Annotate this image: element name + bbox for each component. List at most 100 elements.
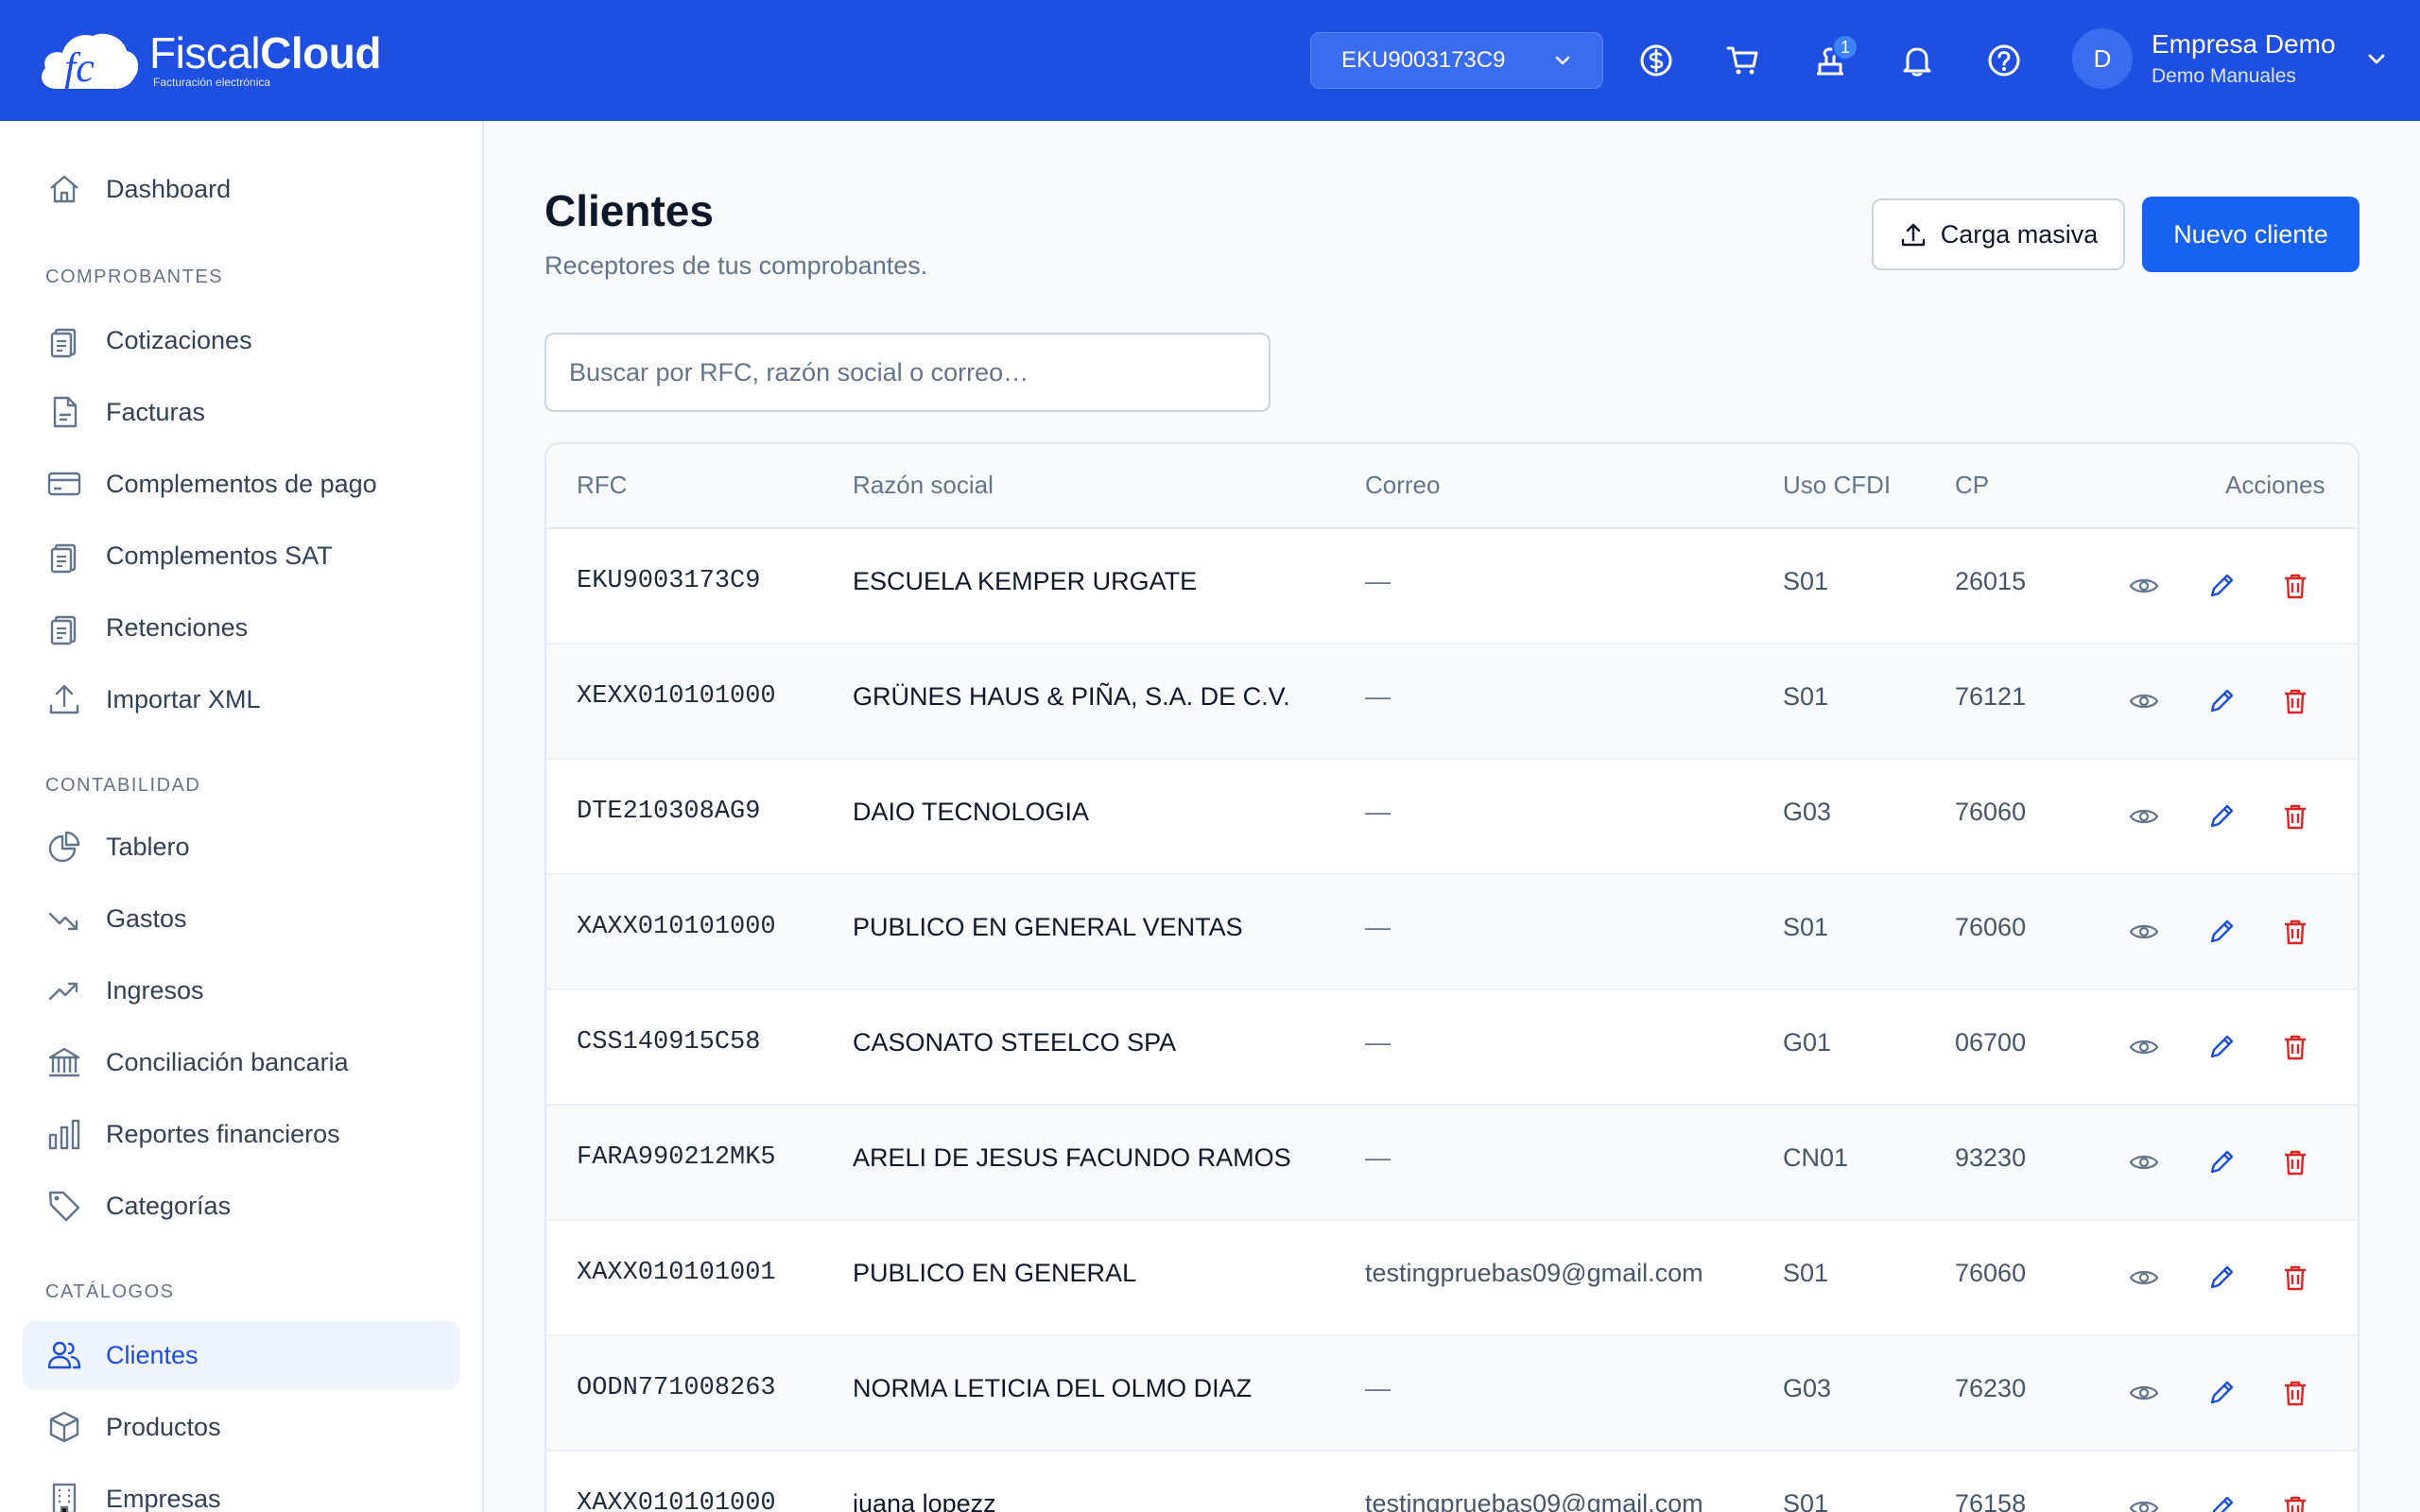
sidebar-item-clientes[interactable]: Clientes [23,1321,459,1389]
tag-icon [45,1187,83,1225]
sidebar-item-retenciones[interactable]: Retenciones [23,593,459,662]
new-client-button[interactable]: Nuevo cliente [2142,197,2360,272]
help-button[interactable] [1981,38,2027,83]
sidebar-item-cotizaciones[interactable]: Cotizaciones [23,306,459,374]
eye-icon [2129,1147,2159,1177]
chevron-down-icon [2368,54,2384,64]
view-button[interactable] [2127,1491,2161,1512]
trash-icon [2280,571,2310,601]
bell-icon [1903,47,1931,77]
delete-button[interactable] [2278,799,2312,833]
view-button[interactable] [2127,1145,2161,1179]
delete-button[interactable] [2278,1145,2312,1179]
search-input[interactable] [544,333,1270,412]
delete-button[interactable] [2278,1261,2312,1295]
cell-cp: 76060 [1955,798,2027,826]
stamps-button[interactable]: 1 [1807,34,1858,83]
delete-button[interactable] [2278,569,2312,603]
view-button[interactable] [2127,569,2161,603]
upload-icon [45,680,83,718]
cell-correo: — [1365,1028,1391,1057]
fiscalcloud-logo[interactable]: fc FiscalCloud Facturación electrónica [36,26,381,93]
cell-correo: — [1365,913,1391,941]
delete-button[interactable] [2278,1030,2312,1064]
cell-uso-cfdi: G03 [1783,1374,1832,1402]
edit-button[interactable] [2204,1145,2238,1179]
table-row[interactable]: FARA990212MK5 ARELI DE JESUS FACUNDO RAMO… [546,1106,2358,1221]
edit-button[interactable] [2204,799,2238,833]
view-button[interactable] [2127,684,2161,718]
column-cp[interactable]: CP [1955,471,1989,500]
cell-rfc: EKU9003173C9 [577,567,761,595]
table-row[interactable]: XAXX010101001 PUBLICO EN GENERAL testingpr… [546,1221,2358,1336]
sidebar-item-conciliacion[interactable]: Conciliación bancaria [23,1028,459,1096]
cell-correo: — [1365,567,1391,595]
cell-uso-cfdi: S01 [1783,1259,1829,1287]
column-rfc[interactable]: RFC [577,471,627,500]
bar-chart-icon [45,1115,83,1153]
sidebar-item-ingresos[interactable]: Ingresos [23,956,459,1024]
view-button[interactable] [2127,799,2161,833]
edit-button[interactable] [2204,1261,2238,1295]
sidebar-item-categorias[interactable]: Categorías [23,1172,459,1240]
upload-icon [1901,223,1925,247]
cell-rfc: XEXX010101000 [577,682,776,711]
eye-icon [2129,686,2159,716]
cell-rfc: OODN771008263 [577,1374,776,1402]
column-correo[interactable]: Correo [1365,471,1440,500]
table-row[interactable]: DTE210308AG9 DAIO TECNOLOGIA — G03 76060 [546,760,2358,875]
column-uso-cfdi[interactable]: Uso CFDI [1783,471,1891,500]
view-button[interactable] [2127,1261,2161,1295]
bulk-upload-button[interactable]: Carga masiva [1872,198,2125,270]
company-select[interactable]: EKU9003173C9 [1310,32,1603,89]
table-row[interactable]: CSS140915C58 CASONATO STEELCO SPA — G01 0670… [546,990,2358,1106]
cell-cp: 26015 [1955,567,2027,595]
delete-button[interactable] [2278,684,2312,718]
delete-button[interactable] [2278,915,2312,949]
billing-button[interactable] [1634,38,1679,83]
table-header: RFC Razón social Correo Uso CFDI CP Acci… [546,444,2358,529]
column-razon-social[interactable]: Razón social [853,471,994,500]
pencil-icon [2206,571,2237,601]
clipboard-icon [45,321,83,359]
logo-subtitle: Facturación electrónica [153,76,271,89]
cart-button[interactable] [1720,38,1766,83]
eye-icon [2129,1493,2159,1512]
sidebar-item-empresas[interactable]: Empresas [23,1465,459,1512]
table-row[interactable]: XEXX010101000 GRÜNES HAUS & PIÑA, S.A. DE… [546,644,2358,760]
sidebar-item-gastos[interactable]: Gastos [23,885,459,953]
edit-button[interactable] [2204,1376,2238,1410]
view-button[interactable] [2127,1376,2161,1410]
sidebar-item-tablero[interactable]: Tablero [23,813,459,881]
edit-button[interactable] [2204,1491,2238,1512]
section-comprobantes: COMPROBANTES [45,266,224,287]
cell-cp: 76060 [1955,913,2027,941]
view-button[interactable] [2127,915,2161,949]
sidebar-item-complementos-sat[interactable]: Complementos SAT [23,522,459,590]
users-icon [45,1336,83,1374]
sidebar-item-dashboard[interactable]: Dashboard [23,155,459,223]
sidebar-item-productos[interactable]: Productos [23,1393,459,1461]
sidebar-item-importar-xml[interactable]: Importar XML [23,665,459,733]
pencil-icon [2206,1263,2237,1293]
cell-rfc: XAXX010101000 [577,1489,776,1512]
edit-button[interactable] [2204,915,2238,949]
edit-button[interactable] [2204,569,2238,603]
table-row[interactable]: EKU9003173C9 ESCUELA KEMPER URGATE — S01 260… [546,529,2358,644]
sidebar-item-reportes[interactable]: Reportes financieros [23,1100,459,1168]
user-menu[interactable]: D Empresa Demo Demo Manuales [2072,28,2389,89]
sidebar-item-complementos-pago[interactable]: Complementos de pago [23,450,459,518]
cell-razon-social: PUBLICO EN GENERAL [853,1259,1137,1287]
table-row[interactable]: OODN771008263 NORMA LETICIA DEL OLMO DIAZ… [546,1336,2358,1452]
delete-button[interactable] [2278,1376,2312,1410]
edit-button[interactable] [2204,1030,2238,1064]
view-button[interactable] [2127,1030,2161,1064]
delete-button[interactable] [2278,1491,2312,1512]
table-row[interactable]: XAXX010101000 PUBLICO EN GENERAL VENTAS — S… [546,875,2358,990]
edit-button[interactable] [2204,684,2238,718]
dollar-icon [1640,44,1672,77]
table-row[interactable]: XAXX010101000 juana lopezz testingpruebas0… [546,1452,2358,1512]
sidebar-item-facturas[interactable]: Facturas [23,378,459,446]
user-subtitle: Demo Manuales [2152,65,2296,87]
notifications-button[interactable] [1894,38,1940,83]
